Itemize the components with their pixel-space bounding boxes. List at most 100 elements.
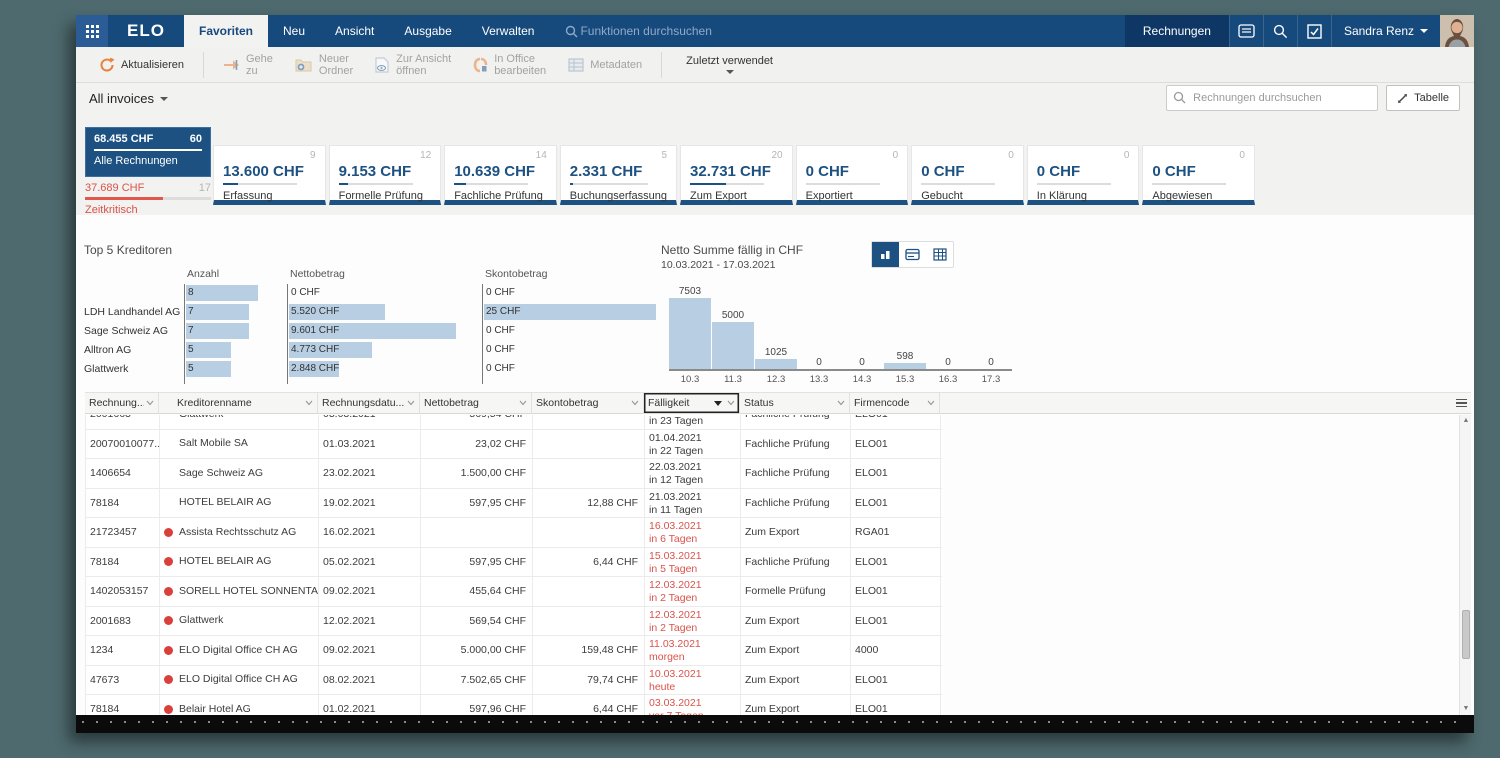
ribbon-toolbar: Aktualisieren Gehezu NeuerOrdner Zur Ans… [76,47,1474,83]
kpi-value: 10.639 CHF [454,163,547,180]
table-row[interactable]: 1406654Sage Schweiz AG23.02.20211.500,00… [86,459,942,489]
function-search-input[interactable] [578,23,758,39]
bar-cell: 2.848 CHF [287,360,482,379]
page-title: All invoices [89,91,154,106]
cell-company-code: ELO01 [851,607,941,636]
kpi-card-formelle-pr-fung[interactable]: 129.153 CHFFormelle Prüfung [329,145,442,205]
creditor-name: SORELL HOTEL SONNENTAL [179,577,319,606]
kpi-label: Gebucht [921,190,1014,202]
table-row[interactable]: 78184Belair Hotel AG01.02.2021597,96 CHF… [86,695,942,715]
app-grid-button[interactable] [76,15,108,47]
creditor-name: HOTEL BELAIR AG [179,489,271,518]
tab-ausgabe[interactable]: Ausgabe [389,15,466,47]
kpi-card-fachliche-pr-fung[interactable]: 1410.639 CHFFachliche Prüfung [444,145,557,205]
column-header-label: Skontobetrag [536,397,629,409]
table-row[interactable]: 21723457Assista Rechtsschutz AG16.02.202… [86,518,942,548]
office-edit-button[interactable]: In Officebearbeiten [462,50,557,80]
cell-creditor-name: ELO Digital Office CH AG [160,636,319,665]
kpi-card-alle-rechnungen[interactable]: 68.455 CHF 60 Alle Rechnungen [85,127,211,177]
table-row[interactable]: 78184HOTEL BELAIR AG19.02.2021597,95 CHF… [86,489,942,519]
due-date: 15.03.2021 [649,550,736,563]
chart-view-button[interactable] [872,242,899,267]
avatar[interactable] [1440,15,1474,47]
cell-creditor-name: Glattwerk [160,415,319,429]
kpi-card-abgewiesen[interactable]: 00 CHFAbgewiesen [1142,145,1255,205]
keypad-button[interactable] [1229,15,1263,47]
table-row[interactable]: 1402053157SORELL HOTEL SONNENTAL09.02.20… [86,577,942,607]
toolbar-separator [203,52,204,78]
bar-column: 0 [841,357,883,369]
column-header-status[interactable]: Status [740,393,850,413]
column-header-firmencode[interactable]: Firmencode [850,393,940,413]
top5-kreditoren-chart: Top 5 Kreditoren AnzahlNettobetragSkonto… [84,243,659,398]
column-header-label: Nettobetrag [424,397,517,409]
kpi-card-zum-export[interactable]: 2032.731 CHFZum Export [680,145,793,205]
column-header-nettobetrag[interactable]: Nettobetrag [420,393,532,413]
tab-ansicht[interactable]: Ansicht [320,15,389,47]
new-folder-button[interactable]: NeuerOrdner [284,50,364,80]
bar-value-label: 0 CHF [483,322,659,340]
vertical-scrollbar[interactable]: ▲ ▼ [1459,415,1471,715]
chevron-down-icon[interactable] [727,397,735,409]
kpi-card-in-kl-rung[interactable]: 00 CHFIn Klärung [1027,145,1140,205]
kpi-card-exportiert[interactable]: 00 CHFExportiert [796,145,909,205]
table-row[interactable]: 2001663Glattwerk03.03.2021569,54 CHF02.0… [86,415,942,430]
tab-verwalten[interactable]: Verwalten [467,15,550,47]
cell-invoice-number: 2001683 [86,607,160,636]
column-header-rechnung-[interactable]: Rechnung... [85,393,159,413]
chevron-down-icon[interactable] [305,397,313,409]
scrollbar-thumb[interactable] [1462,610,1470,659]
function-search[interactable] [565,15,758,47]
column-header-label: Rechnungsdatu... [322,397,405,409]
tab-favoriten[interactable]: Favoriten [184,15,268,47]
table-row[interactable]: 47673ELO Digital Office CH AG08.02.20217… [86,666,942,696]
metadata-button[interactable]: Metadaten [557,50,653,80]
kpi-count: 0 [806,150,899,163]
kpi-card-gebucht[interactable]: 00 CHFGebucht [911,145,1024,205]
chevron-down-icon[interactable] [146,397,154,409]
global-search-button[interactable] [1263,15,1297,47]
tab-neu[interactable]: Neu [268,15,320,47]
user-menu[interactable]: Sandra Renz [1331,15,1440,47]
invoice-search-input[interactable] [1166,85,1378,111]
overdue-dot-icon [164,705,173,714]
bar-cell: 0 CHF [482,360,659,379]
table-row[interactable]: 78184HOTEL BELAIR AG05.02.2021597,95 CHF… [86,548,942,578]
kpi-cards-row: 913.600 CHFErfassung129.153 CHFFormelle … [213,145,1255,205]
table-row[interactable]: 2001683Glattwerk12.02.2021569,54 CHF12.0… [86,607,942,637]
column-header-kreditorenname[interactable]: Kreditorenname [159,393,318,413]
table-row[interactable]: 1234ELO Digital Office CH AG09.02.20215.… [86,636,942,666]
rechnungen-view-button[interactable]: Rechnungen [1125,15,1229,47]
cell-discount-amount: 6,44 CHF [533,548,645,577]
kpi-count: 0 [1037,150,1130,163]
table-view-button[interactable] [926,242,953,267]
chevron-down-icon[interactable] [631,397,639,409]
refresh-button[interactable]: Aktualisieren [88,50,195,80]
table-row[interactable]: 20070010077...Salt Mobile SA01.03.202123… [86,430,942,460]
column-menu-icon[interactable] [1451,393,1471,413]
card-view-button[interactable] [899,242,926,267]
kpi-value: 0 CHF [806,163,899,180]
kpi-card-erfassung[interactable]: 913.600 CHFErfassung [213,145,326,205]
scroll-down-arrow[interactable]: ▼ [1462,705,1470,713]
column-header-f-lligkeit[interactable]: Fälligkeit [644,393,740,413]
bar-value-label: 0 [988,357,994,368]
scroll-up-arrow[interactable]: ▲ [1462,417,1470,425]
due-relative: morgen [649,651,736,664]
column-header-skontobetrag[interactable]: Skontobetrag [532,393,644,413]
goto-button[interactable]: Gehezu [212,50,284,80]
checkbox-icon [1307,24,1322,39]
chevron-down-icon[interactable] [519,397,527,409]
open-view-button[interactable]: Zur Ansichtöffnen [364,50,462,80]
kpi-card-buchungserfassung[interactable]: 52.331 CHFBuchungserfassung [560,145,677,205]
chevron-down-icon[interactable] [927,397,935,409]
chevron-down-icon[interactable] [407,397,415,409]
table-view-button[interactable]: Tabelle [1386,85,1460,111]
column-header-rechnungsdatu-[interactable]: Rechnungsdatu... [318,393,420,413]
tasks-button[interactable] [1297,15,1331,47]
view-title-dropdown[interactable]: All invoices [89,91,168,106]
kpi-zeitkritisch[interactable]: 37.689 CHF 17 Zeitkritisch [85,182,211,216]
chevron-down-icon[interactable] [837,397,845,409]
topbar-right-group: Rechnungen Sandra Renz [1125,15,1474,47]
recently-used-dropdown[interactable]: Zuletzt verwendet [670,55,789,74]
